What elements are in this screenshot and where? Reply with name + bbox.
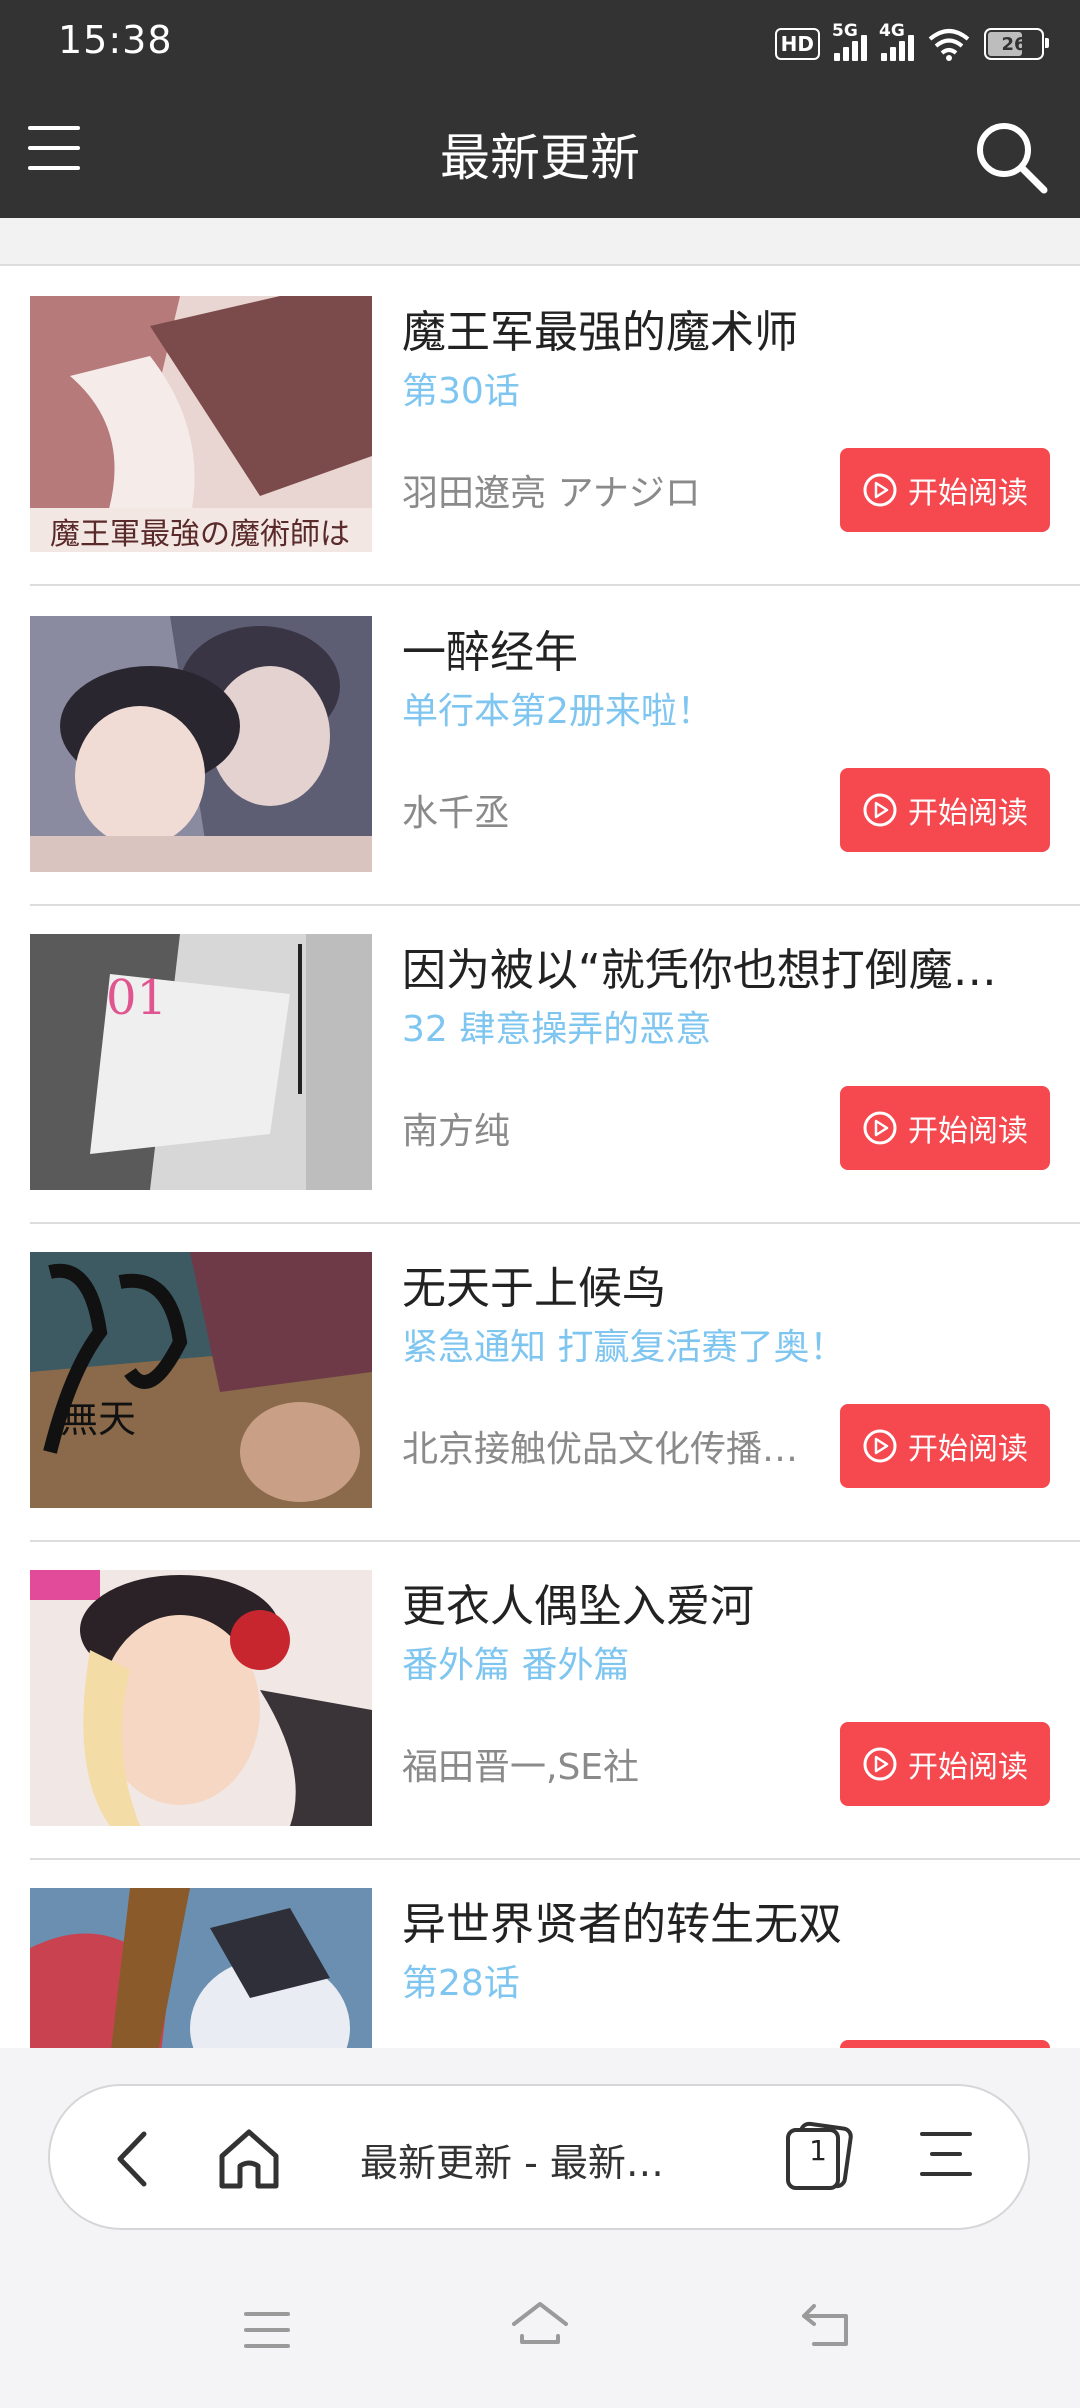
system-back-icon[interactable] [798,2296,856,2356]
list-item[interactable]: 更衣人偶坠入爱河 番外篇 番外篇 福田晋一,SE社 开始阅读 [30,1540,1080,1860]
list-item[interactable]: 一醉经年 单行本第2册来啦！ 水千丞 开始阅读 [30,586,1080,906]
recent-apps-icon[interactable] [244,2310,296,2350]
start-reading-label: 开始阅读 [908,1432,1028,1467]
play-circle-icon [863,1429,897,1463]
comic-author: 南方纯 [402,1111,511,1152]
header-divider [0,218,1080,266]
search-icon[interactable] [970,116,1050,196]
tab-count: 1 [809,2134,827,2167]
list-item[interactable]: 魔王軍最強の魔術師は 魔王军最强的魔术师 第30话 羽田遼亮 アナジロ 开始阅读 [30,266,1080,586]
hd-volte-icon: HD [774,28,820,60]
comic-cover[interactable] [30,1888,372,2048]
signal-5g-label: 5G [832,21,858,41]
comic-author: 北京接触优品文化传播… [402,1429,799,1470]
start-reading-button[interactable]: 开始阅读 [840,1404,1050,1488]
latest-chapter[interactable]: 单行本第2册来啦！ [402,682,1052,734]
list-item[interactable]: 無天 无天于上候鸟 紧急通知 打赢复活赛了奥！ 北京接触优品文化传播… 开始阅读 [30,1222,1080,1542]
comic-author: 水千丞 [402,793,511,834]
browser-menu-icon[interactable] [920,2126,980,2186]
battery-icon: 26 [984,28,1049,60]
home-icon[interactable] [212,2122,286,2196]
tabs-button[interactable]: 1 [780,2120,856,2196]
comic-cover[interactable] [30,1570,372,1826]
comic-author: 羽田遼亮 アナジロ [402,473,701,514]
comic-cover[interactable]: 01 [30,934,372,1190]
latest-chapter[interactable]: 番外篇 番外篇 [402,1636,1052,1688]
comic-cover[interactable]: 無天 [30,1252,372,1508]
start-reading-label: 开始阅读 [908,1114,1028,1149]
status-time: 15:38 [58,18,173,62]
play-circle-icon [863,473,897,507]
start-reading-button[interactable]: 开始阅读 [840,448,1050,532]
comic-title[interactable]: 因为被以“就凭你也想打倒魔… [402,934,1052,998]
comic-title[interactable]: 一醉经年 [402,616,1052,680]
start-reading-button[interactable] [840,2040,1050,2048]
comic-title[interactable]: 更衣人偶坠入爱河 [402,1570,1052,1634]
comic-list: 魔王軍最強の魔術師は 魔王军最强的魔术师 第30话 羽田遼亮 アナジロ 开始阅读… [0,266,1080,2048]
signal-4g-label: 4G [879,21,905,41]
back-icon[interactable] [100,2124,170,2194]
latest-chapter[interactable]: 第30话 [402,362,1052,414]
start-reading-label: 开始阅读 [908,796,1028,831]
wifi-icon [928,29,970,61]
status-icons: HD 5G 4G 26 [774,20,1049,68]
latest-chapter[interactable]: 32 肆意操弄的恶意 [402,1000,1052,1052]
play-circle-icon [863,793,897,827]
start-reading-button[interactable]: 开始阅读 [840,768,1050,852]
signal-5g-icon: 5G [832,21,867,61]
start-reading-label: 开始阅读 [908,1750,1028,1785]
top-app-bar: 15:38 HD 5G 4G 26 最新更新 [0,0,1080,218]
list-item[interactable]: 01 因为被以“就凭你也想打倒魔… 32 肆意操弄的恶意 南方纯 开始阅读 [30,904,1080,1224]
start-reading-button[interactable]: 开始阅读 [840,1086,1050,1170]
comic-title[interactable]: 异世界贤者的转生无双 [402,1888,1052,1952]
signal-4g-icon: 4G [879,21,914,61]
svg-text:無天: 無天 [60,1397,136,1441]
browser-page-title[interactable]: 最新更新 - 最新… [360,2132,720,2187]
play-circle-icon [863,1111,897,1145]
comic-cover[interactable] [30,616,372,872]
comic-cover[interactable]: 魔王軍最強の魔術師は [30,296,372,552]
list-item[interactable]: 异世界贤者的转生无双 第28话 [30,1858,1080,2048]
system-navigation-bar [0,2270,1080,2408]
page-title: 最新更新 [440,129,640,187]
latest-chapter[interactable]: 紧急通知 打赢复活赛了奥！ [402,1318,1052,1370]
battery-level: 26 [1001,33,1027,55]
comic-title[interactable]: 魔王军最强的魔术师 [402,296,1052,360]
browser-toolbar: 最新更新 - 最新… 1 [48,2084,1030,2230]
svg-text:01: 01 [106,970,167,1026]
start-reading-button[interactable]: 开始阅读 [840,1722,1050,1806]
play-circle-icon [863,1747,897,1781]
start-reading-label: 开始阅读 [908,476,1028,511]
comic-author: 福田晋一,SE社 [402,1747,640,1788]
latest-chapter[interactable]: 第28话 [402,1954,1052,2006]
system-home-icon[interactable] [508,2296,572,2356]
comic-title[interactable]: 无天于上候鸟 [402,1252,1052,1316]
svg-text:魔王軍最強の魔術師は: 魔王軍最強の魔術師は [50,517,350,552]
